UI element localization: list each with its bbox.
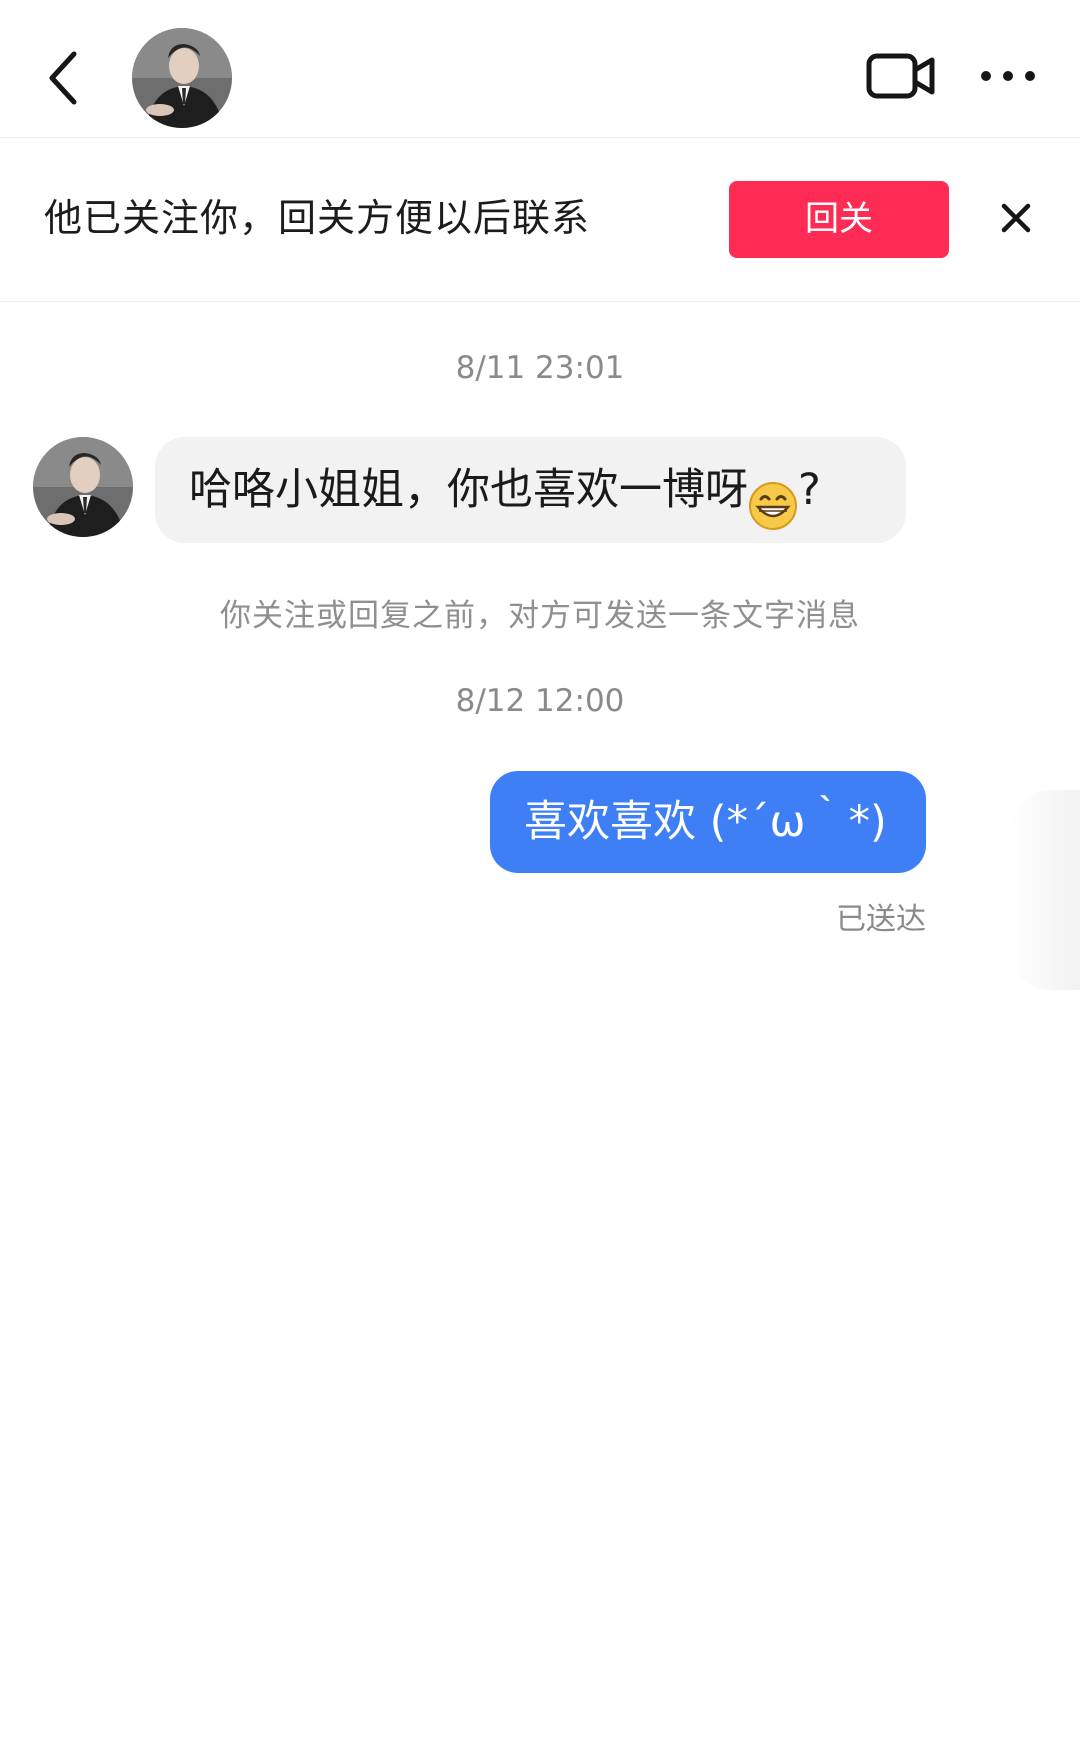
chat-header [0, 0, 1080, 138]
follow-back-banner: 他已关注你，回关方便以后联系 回关 [0, 138, 1080, 302]
incoming-message-text: 哈咯小姐姐，你也喜欢一博呀 [189, 465, 748, 515]
outgoing-message-text: 喜欢喜欢 (*´ω｀*) [524, 797, 887, 847]
back-arrow-icon[interactable] [44, 50, 84, 106]
edge-shadow [1010, 790, 1080, 990]
follow-back-button[interactable]: 回关 [729, 181, 949, 258]
delivered-status: 已送达 [836, 902, 926, 937]
close-icon[interactable] [996, 198, 1036, 238]
incoming-message-bubble[interactable]: 哈咯小姐姐，你也喜欢一博呀 ? [155, 437, 906, 543]
message-limit-notice: 你关注或回复之前，对方可发送一条文字消息 [220, 598, 860, 634]
grinning-emoji-icon [748, 464, 798, 530]
message-timestamp: 8/12 12:00 [455, 683, 625, 719]
message-timestamp: 8/11 23:01 [455, 350, 625, 386]
more-icon[interactable] [980, 66, 1036, 86]
incoming-message-suffix: ? [798, 465, 821, 515]
video-camera-icon[interactable] [866, 50, 936, 102]
follow-banner-text: 他已关注你，回关方便以后联系 [44, 196, 591, 240]
contact-avatar[interactable] [132, 28, 232, 128]
outgoing-message-bubble[interactable]: 喜欢喜欢 (*´ω｀*) [490, 771, 926, 873]
sender-avatar[interactable] [33, 437, 133, 537]
